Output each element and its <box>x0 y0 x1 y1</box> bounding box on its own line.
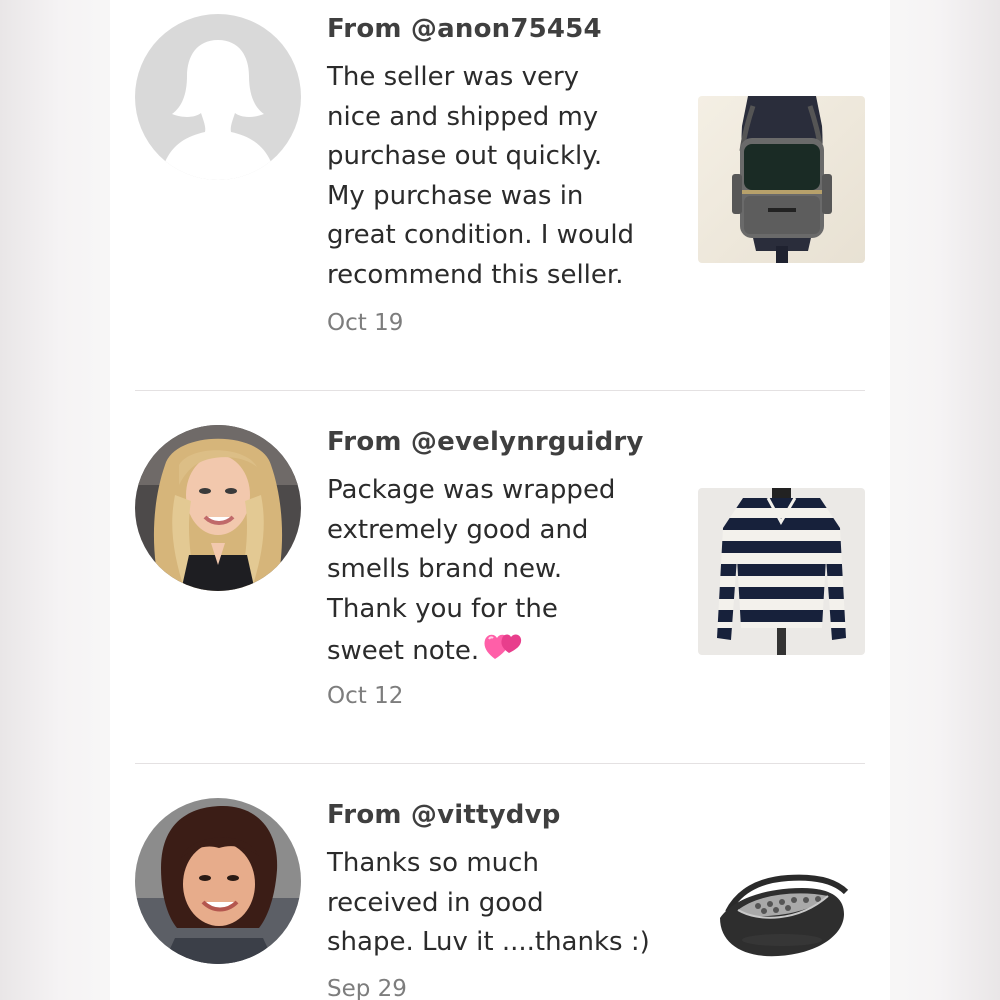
review-text-line: recommend this seller. <box>327 259 624 290</box>
review-author[interactable]: From @vittydvp <box>327 800 561 830</box>
review-text-line: Thanks so much <box>327 848 539 878</box>
backpack-image <box>698 96 865 263</box>
review-date: Oct 19 <box>327 310 404 336</box>
review-text-line: nice and shipped my <box>327 101 599 132</box>
user-photo-icon <box>135 798 301 964</box>
review-item: From @anon75454 The seller was very nice… <box>135 0 865 390</box>
review-text-line: great condition. I would <box>327 220 635 251</box>
sweater-image <box>698 488 865 655</box>
review-date: Sep 29 <box>327 976 407 1000</box>
review-text-line: My purchase was in <box>327 180 584 211</box>
review-author[interactable]: From @evelynrguidry <box>327 427 644 457</box>
review-text: Package was wrapped extremely good and s… <box>327 471 677 676</box>
user-photo-icon <box>135 425 301 591</box>
user-avatar[interactable] <box>135 14 301 180</box>
review-text: Thanks so much received in good shape. L… <box>327 844 677 963</box>
belt-bag-image <box>698 822 865 989</box>
review-text-line: Package was wrapped <box>327 475 616 505</box>
reviews-panel: From @anon75454 The seller was very nice… <box>110 0 890 1000</box>
review-author[interactable]: From @anon75454 <box>327 14 602 44</box>
review-item: From @vittydvp Thanks so much received i… <box>135 764 865 1000</box>
review-text: The seller was very nice and shipped my … <box>327 58 677 296</box>
review-text-line: Thank you for the <box>327 593 558 624</box>
product-thumbnail[interactable] <box>698 96 865 263</box>
review-text-line: purchase out quickly. <box>327 141 603 172</box>
default-avatar-icon <box>135 14 301 180</box>
review-text-line: sweet note. <box>327 629 677 676</box>
review-text-line: The seller was very <box>327 62 580 92</box>
review-text-line: received in good <box>327 887 544 918</box>
two-hearts-icon <box>483 629 523 676</box>
user-avatar[interactable] <box>135 798 301 964</box>
product-thumbnail[interactable] <box>698 822 865 989</box>
user-avatar[interactable] <box>135 425 301 591</box>
review-date: Oct 12 <box>327 683 404 709</box>
review-text-line: shape. Luv it ....thanks :) <box>327 927 650 958</box>
review-item: From @evelynrguidry Package was wrapped … <box>135 391 865 763</box>
review-text-line: extremely good and <box>327 514 589 545</box>
review-text-line: smells brand new. <box>327 554 563 585</box>
review-text-fragment: sweet note. <box>327 636 480 667</box>
product-thumbnail[interactable] <box>698 488 865 655</box>
